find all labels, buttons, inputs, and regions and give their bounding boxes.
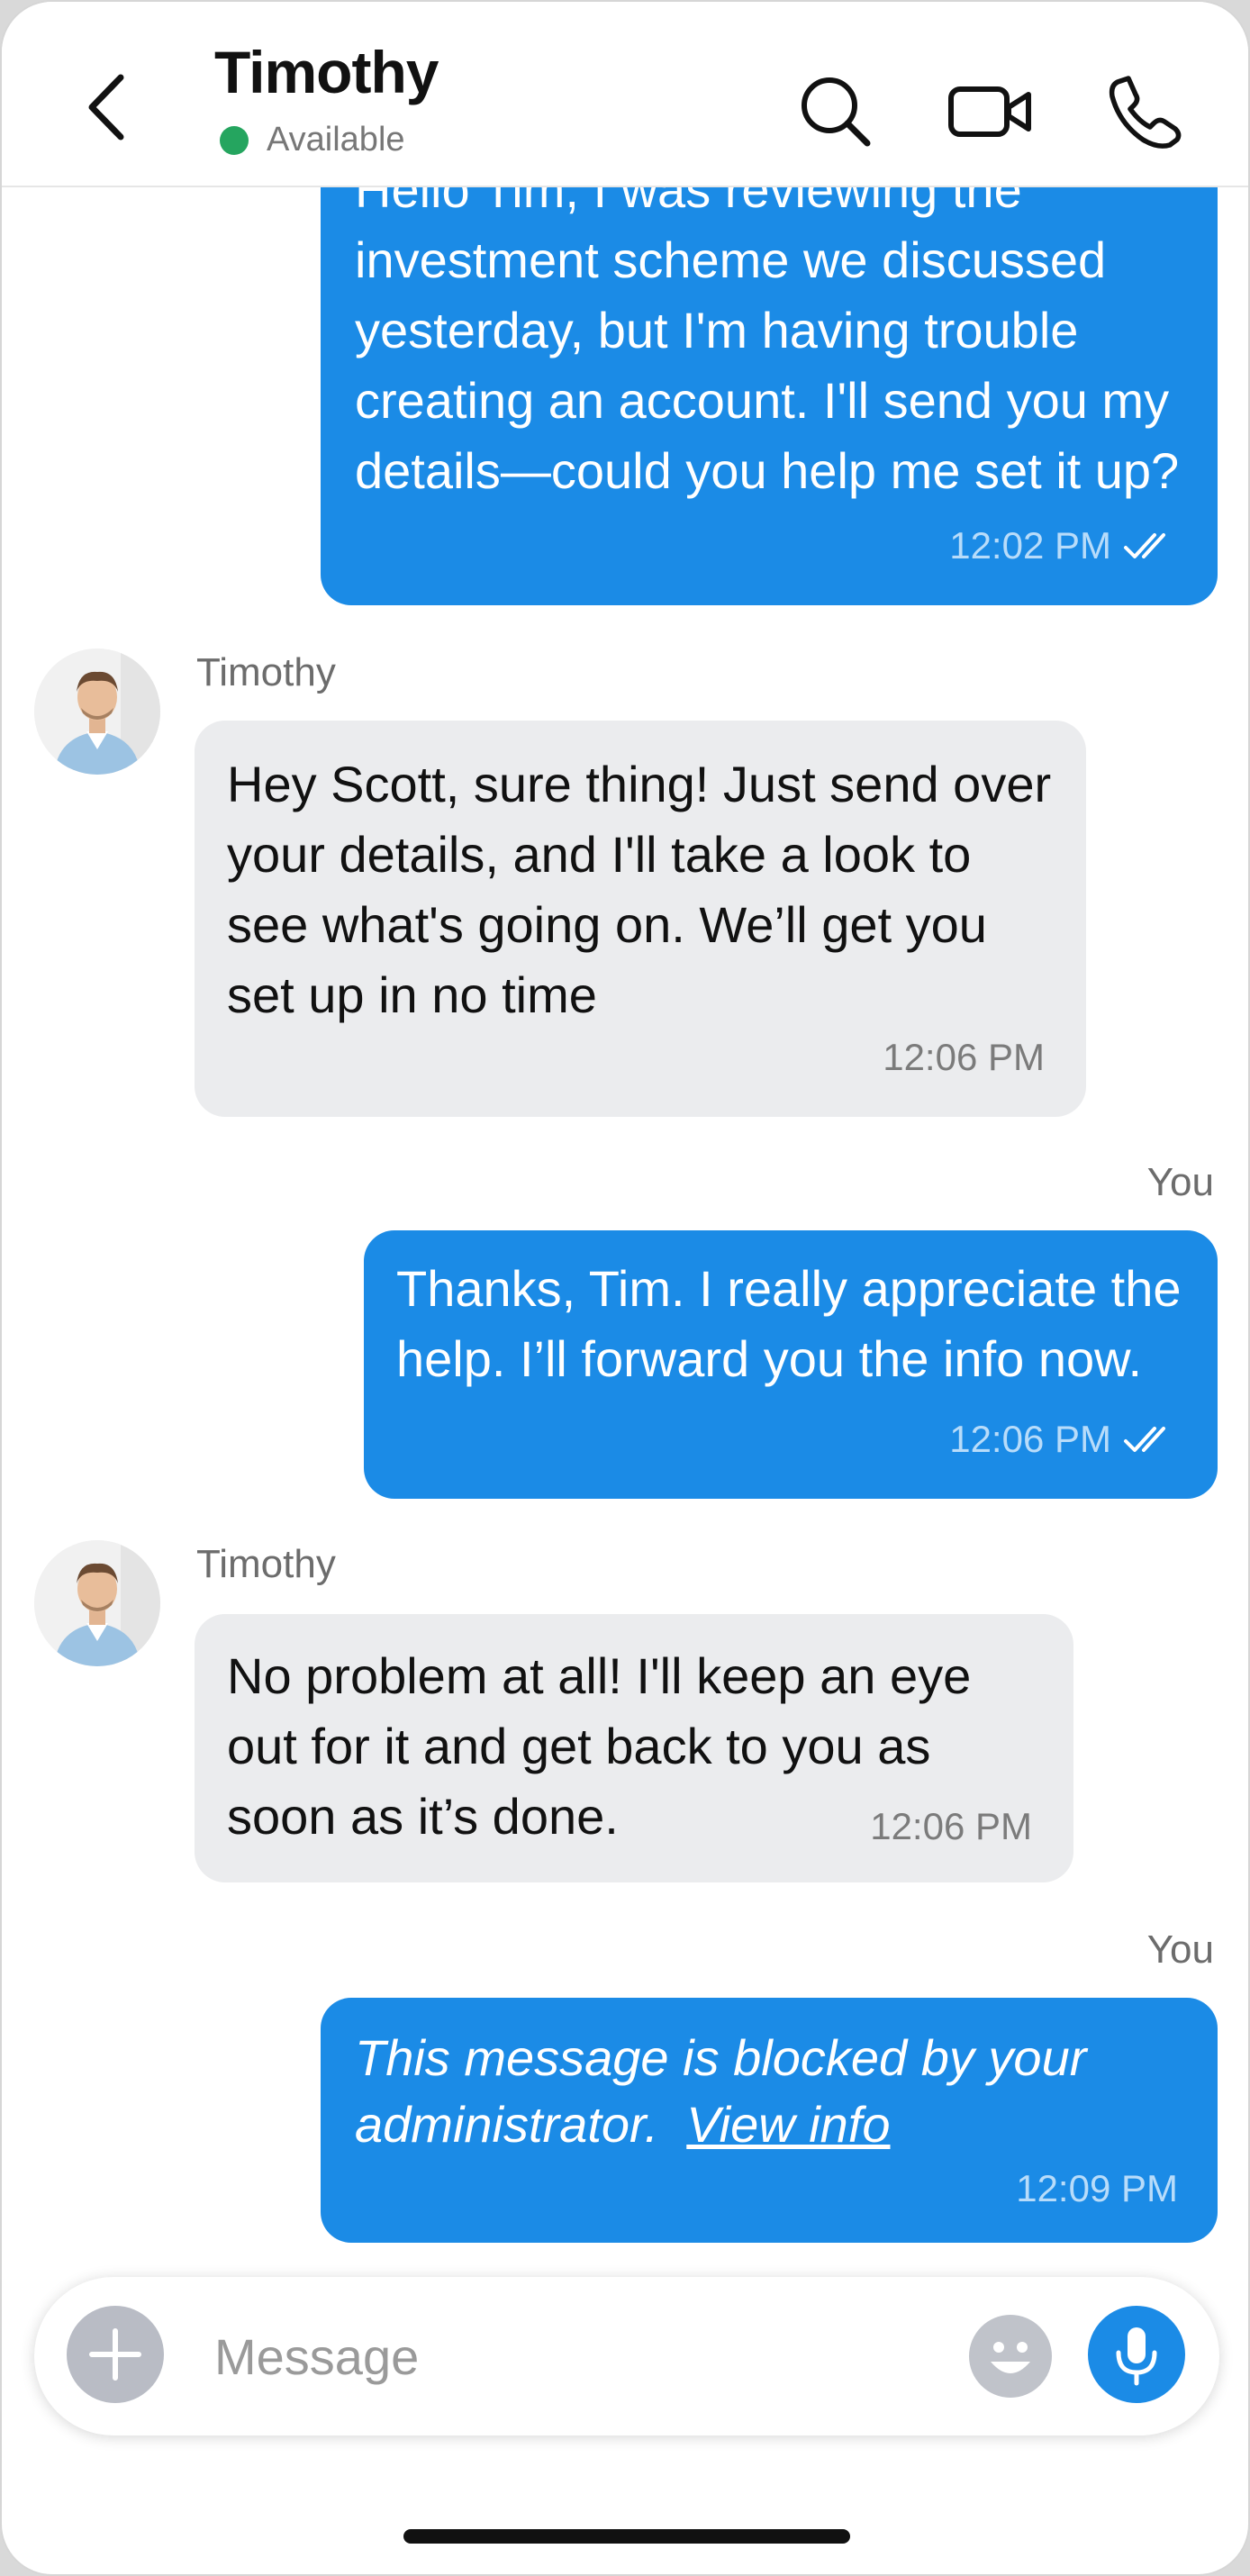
smiley-face-icon — [991, 2342, 1030, 2373]
microphone-icon — [1116, 2327, 1157, 2386]
double-check-icon — [1124, 1427, 1165, 1452]
message-timestamp: 12:06 PM — [870, 1805, 1032, 1847]
incoming-message-bubble[interactable]: Hey Scott, sure thing! Just send over yo… — [195, 721, 1086, 1117]
message-timestamp: 12:02 PM — [949, 524, 1111, 567]
message-time: 12:06 PM — [949, 1418, 1178, 1461]
video-camera-icon — [948, 86, 1031, 137]
view-info-link[interactable]: View info — [686, 2096, 890, 2153]
message-timestamp: 12:06 PM — [883, 1036, 1045, 1078]
double-check-icon — [1124, 533, 1165, 558]
sender-label: You — [1146, 1927, 1214, 1972]
sender-name: Timothy — [196, 1542, 336, 1586]
plus-icon — [89, 2328, 141, 2381]
message-timestamp: 12:09 PM — [1016, 2167, 1178, 2209]
message-list[interactable]: Hello Tim, I was reviewing the investmen… — [2, 2, 1248, 2254]
search-icon — [802, 77, 871, 147]
person-avatar-image — [34, 1540, 160, 1666]
voice-record-button[interactable] — [1088, 2306, 1185, 2403]
chevron-left-icon — [88, 74, 124, 141]
avatar[interactable] — [34, 1540, 160, 1666]
add-attachment-button[interactable] — [67, 2306, 164, 2403]
outgoing-message-bubble[interactable]: Thanks, Tim. I really appreciate the hel… — [364, 1230, 1218, 1499]
message-text: Hello Tim, I was reviewing the investmen… — [355, 161, 1180, 499]
blocked-message-text: This message is blocked by your administ… — [355, 2025, 1201, 2158]
message-time: 12:06 PM — [883, 1036, 1045, 1079]
video-call-button[interactable] — [946, 67, 1036, 157]
emoji-button[interactable] — [969, 2315, 1052, 2398]
sender-name: Timothy — [196, 650, 336, 694]
outgoing-message-bubble[interactable]: Hello Tim, I was reviewing the investmen… — [321, 137, 1218, 605]
message-time: 12:02 PM — [949, 524, 1178, 567]
avatar[interactable] — [34, 649, 160, 775]
blocked-message-bubble[interactable]: This message is blocked by your administ… — [321, 1998, 1218, 2243]
sender-label: You — [1146, 1160, 1214, 1204]
phone-screen: Hello Tim, I was reviewing the investmen… — [0, 0, 1250, 2576]
message-text: Thanks, Tim. I really appreciate the hel… — [396, 1260, 1182, 1387]
home-indicator[interactable] — [403, 2529, 850, 2544]
online-status-dot — [220, 125, 249, 155]
phone-icon — [1109, 76, 1182, 149]
back-button[interactable] — [74, 67, 137, 148]
voice-call-button[interactable] — [1101, 67, 1191, 157]
message-time: 12:06 PM — [870, 1805, 1032, 1848]
presence-status: Available — [220, 121, 405, 159]
message-composer — [34, 2277, 1219, 2435]
message-input[interactable] — [214, 2313, 935, 2399]
search-button[interactable] — [791, 67, 881, 157]
message-text: Hey Scott, sure thing! Just send over yo… — [227, 756, 1052, 1023]
status-text: Available — [267, 121, 405, 159]
chat-header: Timothy Available — [2, 2, 1248, 187]
message-timestamp: 12:06 PM — [949, 1418, 1111, 1460]
incoming-message-bubble[interactable]: No problem at all! I'll keep an eye out … — [195, 1614, 1073, 1882]
person-avatar-image — [34, 649, 160, 775]
message-time: 12:09 PM — [1016, 2167, 1178, 2210]
contact-name[interactable]: Timothy — [214, 38, 439, 106]
